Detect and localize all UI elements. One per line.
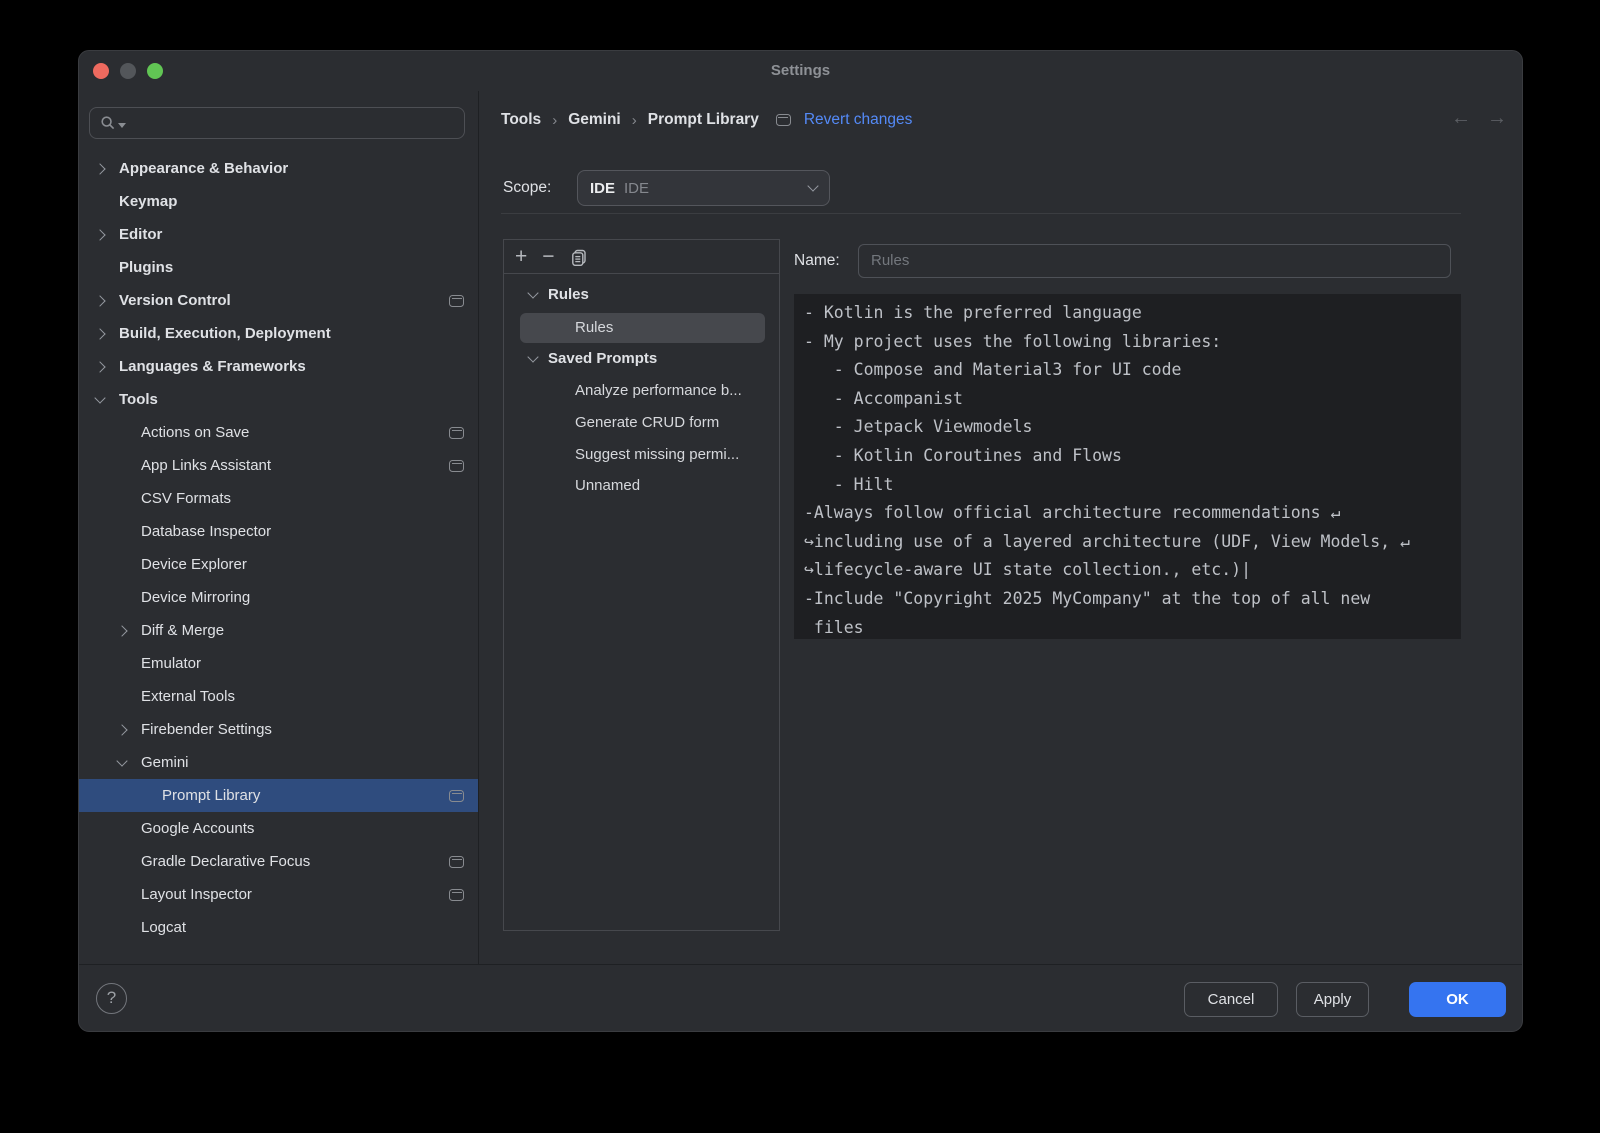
- chevron-right-icon[interactable]: [94, 361, 105, 372]
- chevron-down-icon[interactable]: [527, 351, 538, 362]
- chevron-right-icon[interactable]: [94, 295, 105, 306]
- sidebar-item-firebender-settings[interactable]: Firebender Settings: [79, 713, 478, 746]
- sidebar-item-diff-merge[interactable]: Diff & Merge: [79, 614, 478, 647]
- editor-line: -Include "Copyright 2025 MyCompany" at t…: [804, 585, 1451, 614]
- breadcrumb-separator: ›: [632, 112, 637, 129]
- editor-line: - Accompanist: [804, 385, 1451, 414]
- tree-item-analyze-performance[interactable]: Analyze performance b...: [504, 376, 779, 406]
- add-prompt-button[interactable]: +: [515, 246, 527, 267]
- editor-line: files: [804, 614, 1451, 643]
- scope-label: Scope:: [503, 170, 551, 206]
- cancel-button[interactable]: Cancel: [1184, 982, 1278, 1017]
- sidebar-item-keymap[interactable]: Keymap: [79, 185, 478, 218]
- ide-settings-icon: [776, 114, 791, 126]
- sidebar-item-actions-on-save[interactable]: Actions on Save: [79, 416, 478, 449]
- remove-prompt-button[interactable]: −: [542, 246, 554, 267]
- ide-settings-icon: [449, 790, 464, 802]
- forward-arrow-icon[interactable]: →: [1487, 107, 1507, 130]
- chevron-down-icon[interactable]: [94, 392, 105, 403]
- sidebar-item-device-explorer[interactable]: Device Explorer: [79, 548, 478, 581]
- ide-settings-icon: [449, 889, 464, 901]
- ide-settings-icon: [449, 295, 464, 307]
- sidebar-item-version-control[interactable]: Version Control: [79, 284, 478, 317]
- sidebar-item-google-accounts[interactable]: Google Accounts: [79, 812, 478, 845]
- sidebar-item-tools[interactable]: Tools: [79, 383, 478, 416]
- chevron-right-icon[interactable]: [94, 328, 105, 339]
- sidebar-item-plugins[interactable]: Plugins: [79, 251, 478, 284]
- tree-item-suggest-missing-permissions[interactable]: Suggest missing permi...: [504, 440, 779, 470]
- sidebar-item-device-mirroring[interactable]: Device Mirroring: [79, 581, 478, 614]
- editor-line: - Jetpack Viewmodels: [804, 413, 1451, 442]
- settings-search-input[interactable]: [89, 107, 465, 139]
- prompt-text-editor[interactable]: - Kotlin is the preferred language - My …: [794, 294, 1461, 639]
- sidebar-item-external-tools[interactable]: External Tools: [79, 680, 478, 713]
- sidebar-item-logcat[interactable]: Logcat: [79, 911, 478, 944]
- sidebar-item-editor[interactable]: Editor: [79, 218, 478, 251]
- chevron-right-icon[interactable]: [94, 163, 105, 174]
- scope-value: IDE: [624, 180, 649, 197]
- chevron-down-icon: [807, 180, 818, 191]
- ide-settings-icon: [449, 427, 464, 439]
- sidebar-item-prompt-library[interactable]: Prompt Library: [79, 779, 478, 812]
- editor-line: - Kotlin Coroutines and Flows: [804, 442, 1451, 471]
- sidebar-item-languages-frameworks[interactable]: Languages & Frameworks: [79, 350, 478, 383]
- sidebar-item-build-execution-deployment[interactable]: Build, Execution, Deployment: [79, 317, 478, 350]
- scope-badge: IDE: [590, 180, 615, 197]
- chevron-right-icon[interactable]: [116, 625, 127, 636]
- chevron-right-icon[interactable]: [94, 229, 105, 240]
- prompt-name-input[interactable]: Rules: [858, 244, 1451, 278]
- sidebar-item-gradle-declarative-focus[interactable]: Gradle Declarative Focus: [79, 845, 478, 878]
- tree-item-unnamed[interactable]: Unnamed: [504, 471, 779, 501]
- sidebar-item-database-inspector[interactable]: Database Inspector: [79, 515, 478, 548]
- scope-dropdown[interactable]: IDE IDE: [577, 170, 830, 206]
- breadcrumb: Tools › Gemini › Prompt Library Revert c…: [501, 104, 912, 136]
- apply-button[interactable]: Apply: [1296, 982, 1369, 1017]
- header-separator: [501, 213, 1461, 214]
- editor-line: ↪lifecycle-aware UI state collection., e…: [804, 556, 1451, 585]
- help-button[interactable]: ?: [96, 983, 127, 1014]
- prompt-list-toolbar: + −: [504, 240, 779, 274]
- tree-group-rules[interactable]: Rules: [504, 280, 779, 310]
- chevron-right-icon[interactable]: [116, 724, 127, 735]
- tree-item-rules-selected[interactable]: Rules: [520, 313, 765, 343]
- sidebar-item-gemini[interactable]: Gemini: [79, 746, 478, 779]
- sidebar-item-csv-formats[interactable]: CSV Formats: [79, 482, 478, 515]
- editor-line: - My project uses the following librarie…: [804, 328, 1451, 357]
- breadcrumb-prompt-library: Prompt Library: [648, 111, 759, 129]
- ide-settings-icon: [449, 460, 464, 472]
- editor-line: -Always follow official architecture rec…: [804, 499, 1451, 528]
- breadcrumb-separator: ›: [552, 112, 557, 129]
- prompt-list-panel: + − Rules Rules Saved Prompts Analyze pe…: [503, 239, 780, 931]
- search-history-chevron-icon[interactable]: [118, 123, 126, 128]
- breadcrumb-gemini[interactable]: Gemini: [568, 111, 621, 129]
- editor-line: ↪including use of a layered architecture…: [804, 528, 1451, 557]
- search-icon: [100, 115, 116, 131]
- tree-group-saved-prompts[interactable]: Saved Prompts: [504, 344, 779, 374]
- sidebar-item-app-links-assistant[interactable]: App Links Assistant: [79, 449, 478, 482]
- chevron-down-icon[interactable]: [116, 755, 127, 766]
- settings-dialog: Settings Appearance & Behavior Keymap Ed…: [78, 50, 1523, 1032]
- back-arrow-icon[interactable]: ←: [1451, 107, 1471, 130]
- revert-changes-link[interactable]: Revert changes: [804, 111, 913, 129]
- editor-line: - Hilt: [804, 471, 1451, 500]
- footer-divider: [79, 964, 1522, 965]
- editor-line: - Kotlin is the preferred language: [804, 299, 1451, 328]
- editor-line: - Compose and Material3 for UI code: [804, 356, 1451, 385]
- ok-button[interactable]: OK: [1409, 982, 1506, 1017]
- duplicate-prompt-icon[interactable]: [570, 248, 588, 266]
- sidebar-divider: [478, 91, 479, 964]
- sidebar-item-layout-inspector[interactable]: Layout Inspector: [79, 878, 478, 911]
- tree-item-generate-crud-form[interactable]: Generate CRUD form: [504, 408, 779, 438]
- chevron-down-icon[interactable]: [527, 287, 538, 298]
- breadcrumb-tools[interactable]: Tools: [501, 111, 541, 129]
- sidebar-item-appearance-behavior[interactable]: Appearance & Behavior: [79, 152, 478, 185]
- sidebar-item-emulator[interactable]: Emulator: [79, 647, 478, 680]
- window-title: Settings: [79, 59, 1522, 83]
- ide-settings-icon: [449, 856, 464, 868]
- name-label: Name:: [794, 244, 840, 278]
